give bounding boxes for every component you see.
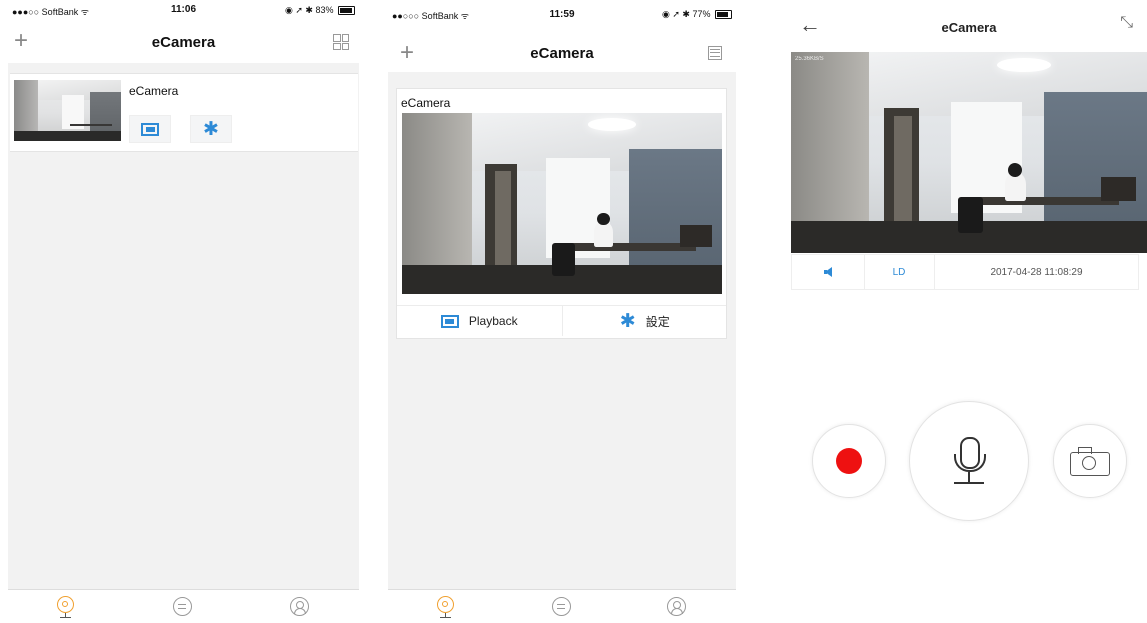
record-dot-icon [836, 448, 862, 474]
talk-button[interactable] [909, 401, 1029, 521]
nav-bar: + eCamera [388, 22, 736, 65]
record-button[interactable] [812, 424, 886, 498]
grid-view-icon[interactable] [333, 34, 349, 50]
playback-button[interactable]: Playback [397, 306, 562, 336]
camera-tab-icon[interactable] [55, 596, 77, 618]
status-right: ◉ ➚ ✱ 83% [285, 5, 355, 16]
playback-icon [141, 122, 159, 136]
list-view-icon[interactable] [708, 46, 722, 60]
profile-tab-icon[interactable] [666, 596, 688, 618]
video-control-bar: LD 2017-04-28 11:08:29 [791, 254, 1139, 290]
page-title: eCamera [941, 20, 997, 35]
device-card[interactable]: eCamera ✱ [10, 73, 358, 152]
bitrate-overlay: 25.36KB/S [795, 56, 824, 62]
nav-bar: + eCamera [8, 22, 359, 62]
settings-button[interactable]: ✱ [190, 115, 232, 143]
camera-tab-icon[interactable] [435, 596, 457, 618]
playback-button[interactable] [129, 115, 171, 143]
quality-button[interactable]: LD [864, 255, 935, 289]
message-tab-icon[interactable] [172, 596, 194, 618]
live-view-screen: ← eCamera ⤡ 25.36KB/S LD 2017-04-28 11:0… [791, 0, 1147, 623]
nav-bar: ← eCamera ⤡ [791, 0, 1147, 52]
video-timestamp: 2017-04-28 11:08:29 [990, 266, 1083, 278]
playback-icon [440, 314, 459, 328]
status-icons: ◉ ➚ ✱ 77% [662, 9, 711, 19]
settings-label: 設定 [645, 314, 670, 329]
device-list-screen-list: ●●○○○ SoftBank ᯤ 11:59 ◉ ➚ ✱ 77% + eCame… [388, 0, 736, 623]
playback-label: Playback [468, 314, 518, 328]
status-right: ◉ ➚ ✱ 77% [662, 9, 732, 20]
snapshot-button[interactable] [1053, 424, 1127, 498]
card-actions: Playback ✱ 設定 [397, 305, 726, 336]
tab-bar [388, 589, 736, 623]
device-list: eCamera ✱ [8, 63, 359, 590]
device-list: eCamera Playback ✱ 設定 [388, 72, 736, 590]
battery-icon [338, 6, 355, 16]
gear-icon: ✱ [203, 118, 219, 140]
speaker-muted-icon [823, 267, 832, 277]
status-icons: ◉ ➚ ✱ 83% [285, 5, 334, 15]
device-name: eCamera [129, 84, 179, 98]
fullscreen-icon[interactable]: ⤡ [1120, 14, 1133, 32]
mute-button[interactable] [792, 255, 865, 289]
tab-bar [8, 589, 359, 623]
profile-tab-icon[interactable] [289, 596, 311, 618]
device-list-screen-grid: ●●●○○ SoftBank ᯤ 11:06 ◉ ➚ ✱ 83% + eCame… [8, 0, 359, 623]
page-title: eCamera [530, 45, 594, 62]
live-video[interactable]: 25.36KB/S [791, 52, 1147, 253]
status-bar: ●●●○○ SoftBank ᯤ 11:06 ◉ ➚ ✱ 83% [8, 0, 359, 22]
message-tab-icon[interactable] [551, 596, 573, 618]
device-name: eCamera [401, 96, 451, 110]
battery-icon [715, 10, 732, 20]
page-title: eCamera [151, 34, 216, 51]
status-bar: ●●○○○ SoftBank ᯤ 11:59 ◉ ➚ ✱ 77% [388, 0, 736, 22]
device-card[interactable]: eCamera Playback ✱ 設定 [396, 88, 727, 339]
camera-preview[interactable] [402, 113, 722, 294]
settings-button[interactable]: ✱ 設定 [561, 306, 728, 336]
gear-icon: ✱ [619, 310, 636, 332]
camera-thumbnail[interactable] [14, 80, 121, 141]
